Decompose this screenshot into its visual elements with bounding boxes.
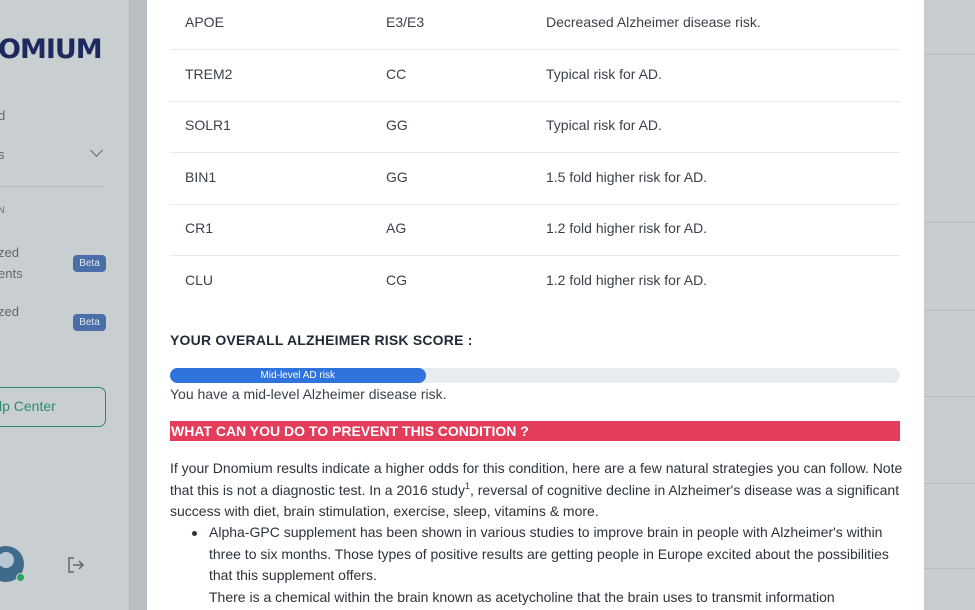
- sidebar-item-reports[interactable]: s: [0, 147, 5, 162]
- sidebar-item-dashboard[interactable]: d: [0, 108, 5, 123]
- risk-progress-bar: Mid-level AD risk: [170, 368, 900, 383]
- gene-cell: TREM2: [185, 66, 233, 82]
- risk-progress-fill: Mid-level AD risk: [170, 368, 426, 383]
- bullet-text: Alpha-GPC supplement has been shown in v…: [209, 524, 889, 583]
- description-cell: 1.5 fold higher risk for AD.: [546, 169, 708, 185]
- description-cell: 1.2 fold higher risk for AD.: [546, 272, 708, 288]
- beta-badge: Beta: [73, 314, 106, 331]
- results-modal: APOE E3/E3 Decreased Alzheimer disease r…: [147, 0, 924, 610]
- description-cell: Typical risk for AD.: [546, 66, 662, 82]
- gene-cell: SOLR1: [185, 117, 231, 133]
- logout-icon[interactable]: [67, 557, 85, 573]
- genotype-cell: E3/E3: [386, 14, 425, 30]
- bullet-dot: [192, 531, 197, 536]
- description-cell: Typical risk for AD.: [546, 117, 662, 133]
- table-row: TREM2 CC Typical risk for AD.: [170, 50, 900, 102]
- sidebar-item-personalized-2[interactable]: zed: [0, 304, 19, 319]
- gene-cell: BIN1: [185, 169, 217, 185]
- genotype-cell: CG: [386, 272, 407, 288]
- app-logo: OMIUM: [0, 34, 103, 65]
- table-row: CR1 AG 1.2 fold higher risk for AD.: [170, 204, 900, 256]
- gene-cell: CR1: [185, 220, 214, 236]
- table-row: APOE E3/E3 Decreased Alzheimer disease r…: [170, 0, 900, 50]
- chevron-down-icon[interactable]: [90, 144, 103, 157]
- background-content: [924, 0, 975, 610]
- genotype-cell: CC: [386, 66, 407, 82]
- risk-score-title: YOUR OVERALL ALZHEIMER RISK SCORE :: [170, 332, 473, 348]
- help-center-button[interactable]: lp Center: [0, 387, 106, 427]
- sidebar-item-personalized-1[interactable]: zed: [0, 245, 19, 260]
- risk-summary: You have a mid-level Alzheimer disease r…: [170, 386, 447, 402]
- sidebar-divider: [0, 186, 104, 187]
- prevention-intro: If your Dnomium results indicate a highe…: [170, 458, 905, 523]
- genotype-cell: GG: [386, 169, 408, 185]
- beta-badge: Beta: [73, 255, 106, 272]
- gene-cell: APOE: [185, 14, 224, 30]
- sidebar-section-label: N: [0, 205, 5, 215]
- description-cell: Decreased Alzheimer disease risk.: [546, 14, 761, 30]
- description-cell: 1.2 fold higher risk for AD.: [546, 220, 708, 236]
- gene-cell: CLU: [185, 272, 214, 288]
- genotype-cell: GG: [386, 117, 408, 133]
- table-row: BIN1 GG 1.5 fold higher risk for AD.: [170, 153, 900, 205]
- bullet-continuation-text: There is a chemical within the brain kno…: [209, 588, 835, 605]
- genotype-cell: AG: [386, 220, 407, 236]
- table-row: CLU CG 1.2 fold higher risk for AD.: [170, 256, 900, 308]
- sidebar: OMIUM d s N zed ents Beta zed Beta lp Ce…: [0, 0, 130, 610]
- table-row: SOLR1 GG Typical risk for AD.: [170, 101, 900, 153]
- prevention-header: WHAT CAN YOU DO TO PREVENT THIS CONDITIO…: [170, 421, 900, 441]
- online-status-indicator: [16, 573, 25, 582]
- sidebar-item-personalized-1-line2[interactable]: ents: [0, 266, 23, 281]
